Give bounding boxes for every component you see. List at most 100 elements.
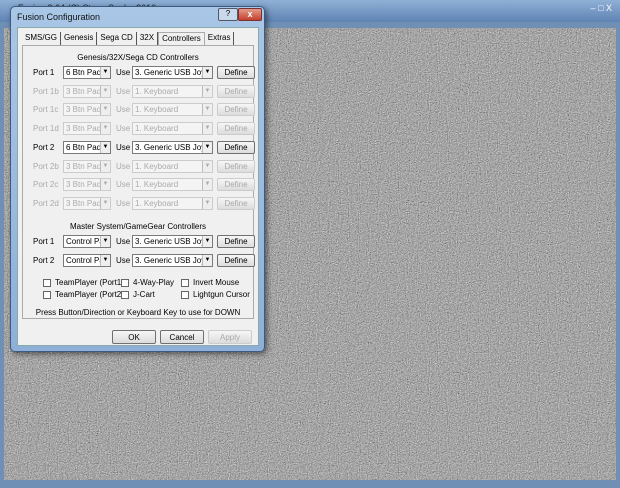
port-row: Port 1c 3 Btn Pad ▼ Use 1. Keyboard ▼ Define xyxy=(23,103,255,117)
define-button[interactable]: Define xyxy=(217,159,255,173)
input-device-value: 3. Generic USB Joys xyxy=(135,237,210,246)
input-device-select[interactable]: 1. Keyboard ▼ xyxy=(132,103,213,117)
pad-type-value: 3 Btn Pad xyxy=(66,105,102,115)
chevron-down-icon: ▼ xyxy=(100,179,110,191)
pad-type-value: 3 Btn Pad xyxy=(66,86,102,96)
port-label: Port 2c xyxy=(33,180,59,190)
checkbox-teamplayer-port2-[interactable]: TeamPlayer (Port2) xyxy=(43,290,124,299)
define-button[interactable]: Define xyxy=(217,84,255,98)
port-label: Port 1b xyxy=(33,86,59,96)
checkbox-box[interactable] xyxy=(121,290,129,299)
input-device-select[interactable]: 3. Generic USB Joys ▼ xyxy=(132,140,213,154)
controllers-panel: Genesis/32X/Sega CD Controllers Master S… xyxy=(22,45,255,319)
port-row: Port 1d 3 Btn Pad ▼ Use 1. Keyboard ▼ Define xyxy=(23,122,255,136)
chevron-down-icon: ▼ xyxy=(100,160,110,172)
chevron-down-icon: ▼ xyxy=(202,255,212,266)
define-button[interactable]: Define xyxy=(217,178,255,192)
pad-type-select[interactable]: 3 Btn Pad ▼ xyxy=(63,159,111,173)
input-device-select[interactable]: 1. Keyboard ▼ xyxy=(132,159,213,173)
port-row: Port 2 Control Pad ▼ Use 3. Generic USB Joys… xyxy=(23,254,255,268)
chevron-down-icon: ▼ xyxy=(100,85,110,97)
chevron-down-icon: ▼ xyxy=(202,123,212,135)
port-label: Port 2b xyxy=(33,161,59,171)
define-button[interactable]: Define xyxy=(217,254,255,267)
define-button[interactable]: Define xyxy=(217,235,255,248)
pad-type-select[interactable]: 3 Btn Pad ▼ xyxy=(63,84,111,98)
define-button[interactable]: Define xyxy=(217,140,255,154)
chevron-down-icon: ▼ xyxy=(100,255,110,266)
input-device-select[interactable]: 3. Generic USB Joys ▼ xyxy=(132,235,213,248)
checkbox-label: TeamPlayer (Port2) xyxy=(55,290,124,299)
define-button[interactable]: Define xyxy=(217,103,255,117)
help-button[interactable]: ? xyxy=(218,8,238,21)
port-label: Port 2d xyxy=(33,198,59,208)
sms-header: Master System/GameGear Controllers xyxy=(69,222,207,231)
checkbox-box[interactable] xyxy=(121,278,129,287)
checkbox-label: Lightgun Cursor xyxy=(193,290,250,299)
ok-button[interactable]: OK xyxy=(112,330,156,344)
input-device-value: 3. Generic USB Joys xyxy=(135,256,210,265)
port-label: Port 1d xyxy=(33,124,59,134)
use-label: Use xyxy=(116,142,131,152)
checkbox-label: TeamPlayer (Port1) xyxy=(55,278,124,287)
chevron-down-icon: ▼ xyxy=(202,85,212,97)
checkbox-invert-mouse[interactable]: Invert Mouse xyxy=(181,278,239,287)
tab-genesis[interactable]: Genesis xyxy=(61,32,98,45)
fusion-configuration-dialog: Fusion Configuration ? x SMS/GG Genesis Se… xyxy=(10,6,265,352)
use-label: Use xyxy=(116,180,131,190)
checkbox-box[interactable] xyxy=(181,278,189,287)
pad-type-select[interactable]: 6 Btn Pad ▼ xyxy=(63,66,111,79)
use-label: Use xyxy=(116,237,131,246)
chevron-down-icon: ▼ xyxy=(100,123,110,135)
pad-type-select[interactable]: 3 Btn Pad ▼ xyxy=(63,178,111,192)
checkbox-box[interactable] xyxy=(181,290,189,299)
pad-type-value: 3 Btn Pad xyxy=(66,198,102,208)
input-device-value: 1. Keyboard xyxy=(135,124,179,134)
port-label: Port 1 xyxy=(33,237,55,246)
port-row: Port 2 6 Btn Pad ▼ Use 3. Generic USB Joys ▼ D… xyxy=(23,140,255,155)
checkbox-4-way-play[interactable]: 4-Way-Play xyxy=(121,278,174,287)
chevron-down-icon: ▼ xyxy=(100,141,110,153)
port-label: Port 2 xyxy=(33,256,55,265)
define-button[interactable]: Define xyxy=(217,196,255,210)
input-device-select[interactable]: 1. Keyboard ▼ xyxy=(132,122,213,136)
pad-type-value: 3 Btn Pad xyxy=(66,124,102,134)
input-device-select[interactable]: 3. Generic USB Joys ▼ xyxy=(132,254,213,267)
checkbox-lightgun-cursor[interactable]: Lightgun Cursor xyxy=(181,290,250,299)
pad-type-select[interactable]: Control Pad ▼ xyxy=(63,235,111,248)
tab-sms-gg[interactable]: SMS/GG xyxy=(22,32,62,45)
input-device-select[interactable]: 1. Keyboard ▼ xyxy=(132,84,213,98)
port-row: Port 1 Control Pad ▼ Use 3. Generic USB Joys… xyxy=(23,235,255,249)
pad-type-select[interactable]: Control Pad ▼ xyxy=(63,254,111,267)
port-row: Port 16 Btn Pad ▼ Use 3. Generic USB Joys ▼ D… xyxy=(23,66,255,80)
checkbox-label: Invert Mouse xyxy=(193,278,240,287)
input-device-select[interactable]: 1. Keyboard ▼ xyxy=(132,196,213,210)
window-controls[interactable]: – □ X xyxy=(591,3,612,13)
define-button[interactable]: Define xyxy=(217,122,255,136)
checkbox-j-cart[interactable]: J-Cart xyxy=(121,290,155,299)
chevron-down-icon: ▼ xyxy=(100,197,110,209)
checkbox-box[interactable] xyxy=(43,290,51,299)
tab-sega-cd[interactable]: Sega CD xyxy=(97,32,137,45)
port-label: Port 1c xyxy=(33,105,59,115)
tab-bar: SMS/GG Genesis Sega CD 32X Controllers Extras xyxy=(22,32,235,46)
port-label: Port 2 xyxy=(33,142,55,152)
input-device-select[interactable]: 1. Keyboard ▼ xyxy=(132,178,213,192)
checkbox-box[interactable] xyxy=(43,278,51,287)
pad-type-select[interactable]: 6 Btn Pad ▼ xyxy=(63,140,111,154)
checkbox-label: 4-Way-Play xyxy=(133,278,175,287)
checkbox-teamplayer-port1-[interactable]: TeamPlayer (Port1) xyxy=(43,278,124,287)
close-button[interactable]: x xyxy=(238,8,262,21)
tab-controllers[interactable]: Controllers xyxy=(158,32,205,45)
pad-type-select[interactable]: 3 Btn Pad ▼ xyxy=(63,103,111,117)
pad-type-select[interactable]: 3 Btn Pad ▼ xyxy=(63,196,111,210)
define-button[interactable]: Define xyxy=(217,66,255,79)
cancel-button[interactable]: Cancel xyxy=(160,330,204,344)
apply-button[interactable]: Apply xyxy=(208,330,252,344)
pad-type-select[interactable]: 3 Btn Pad ▼ xyxy=(63,122,111,136)
tab-extras[interactable]: Extras xyxy=(205,32,235,45)
input-device-select[interactable]: 3. Generic USB Joys ▼ xyxy=(132,66,213,79)
chevron-down-icon: ▼ xyxy=(100,67,110,78)
pad-type-value: 3 Btn Pad xyxy=(66,161,102,171)
tab-32x[interactable]: 32X xyxy=(137,32,159,45)
